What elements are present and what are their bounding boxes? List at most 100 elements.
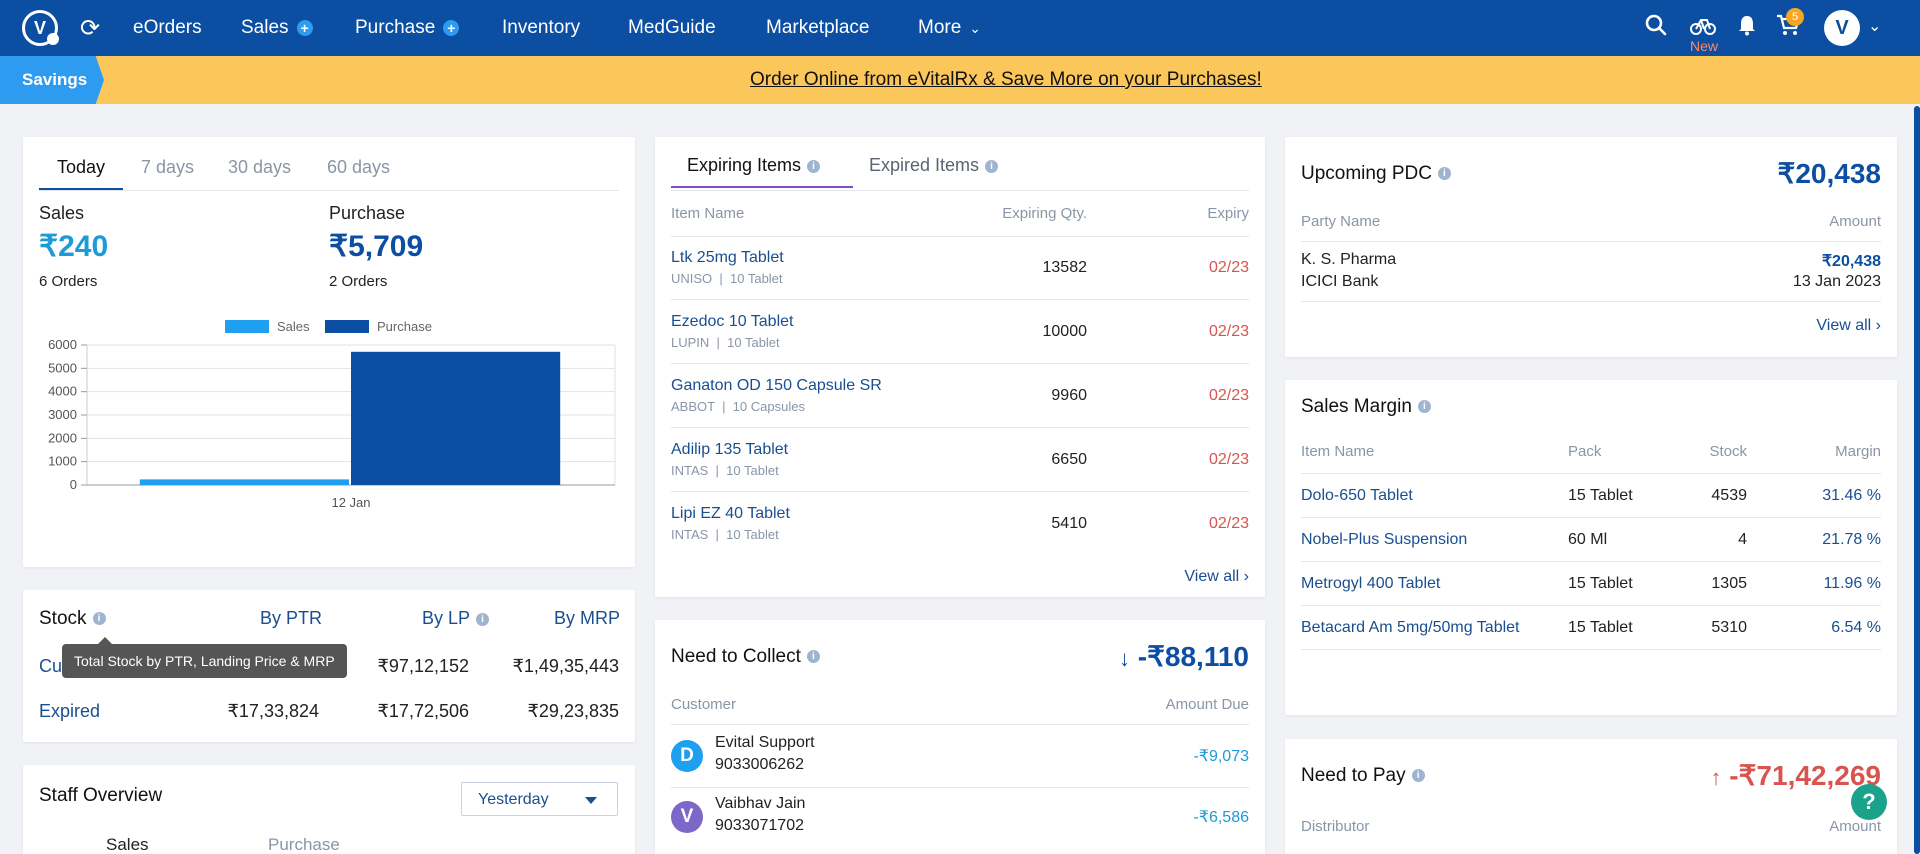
margin-item-pack: 60 Ml <box>1568 531 1608 548</box>
info-icon[interactable]: i <box>1417 400 1431 414</box>
nav-inventory[interactable]: Inventory <box>502 17 580 39</box>
sales-margin-card: Sales Margin i Item Name Pack Stock Margi… <box>1285 380 1897 715</box>
promo-link[interactable]: Order Online from eVitalRx & Save More o… <box>750 69 1262 91</box>
nav-eorders-label: eOrders <box>133 17 202 38</box>
y-tick-label: 3000 <box>48 407 77 422</box>
col-amount-due: Amount Due <box>1165 696 1249 713</box>
nav-marketplace[interactable]: Marketplace <box>766 17 870 39</box>
stock-header-lp-text: By LP <box>422 608 471 628</box>
user-avatar[interactable]: V <box>1824 10 1860 46</box>
add-purchase-icon[interactable]: + <box>443 20 460 36</box>
margin-item-name[interactable]: Nobel-Plus Suspension <box>1301 531 1467 549</box>
app-logo[interactable]: V <box>22 10 59 46</box>
staff-period-select[interactable]: Yesterday <box>461 782 618 816</box>
item-name[interactable]: Ezedoc 10 Tablet <box>671 313 793 331</box>
tab-7-days[interactable]: 7 days <box>141 157 194 178</box>
stock-expired-mrp: ₹29,23,835 <box>527 701 619 721</box>
item-mfr: UNISO <box>671 271 713 286</box>
stock-current-label[interactable]: Cu <box>39 656 62 677</box>
item-pack: 10 Capsules <box>732 399 805 414</box>
margin-item-pack: 15 Tablet <box>1568 619 1633 636</box>
item-meta: INTAS | 10 Tablet <box>671 463 779 478</box>
need-to-pay-card: Need to Pay i ↑ -₹71,42,269 Distributor A… <box>1285 739 1897 854</box>
margin-item-name[interactable]: Dolo-650 Tablet <box>1301 487 1413 505</box>
arrow-up-icon: ↑ <box>1710 765 1722 790</box>
nav-eorders[interactable]: eOrders <box>133 17 202 39</box>
margin-title: Sales Margin i <box>1301 396 1431 418</box>
info-icon[interactable]: i <box>1437 167 1451 181</box>
tab-expiring-items-label: Expiring Items <box>687 155 802 175</box>
bell-icon[interactable] <box>1737 14 1757 42</box>
add-sale-icon[interactable]: + <box>296 20 313 36</box>
item-mfr: INTAS <box>671 527 709 542</box>
customer-name: Vaibhav Jain <box>715 795 806 812</box>
legend-swatch <box>325 320 369 333</box>
margin-item-name[interactable]: Betacard Am 5mg/50mg Tablet <box>1301 619 1520 637</box>
y-tick-label: 2000 <box>48 430 77 445</box>
stock-header-mrp[interactable]: By MRP <box>554 608 620 629</box>
item-expiry: 02/23 <box>1208 451 1249 468</box>
item-name[interactable]: Lipi EZ 40 Tablet <box>671 505 790 523</box>
tab-30-days[interactable]: 30 days <box>228 157 291 178</box>
y-tick-label: 1000 <box>48 454 77 469</box>
item-expiry: 02/23 <box>1208 323 1249 340</box>
staff-title: Staff Overview <box>39 785 163 806</box>
pay-total: ↑ -₹71,42,269 <box>1711 759 1881 792</box>
tab-expired-items-label: Expired Items <box>869 155 980 175</box>
tab-expiring-items[interactable]: Expiring Items i <box>671 155 853 188</box>
expiring-items-card: Expiring Items i Expired Items i Item Name… <box>655 137 1265 597</box>
summary-card: Today 7 days 30 days 60 days Sales ₹240 … <box>23 137 635 567</box>
item-qty: 10000 <box>1042 323 1088 340</box>
nav-medguide[interactable]: MedGuide <box>628 17 716 39</box>
col-expiring-qty: Expiring Qty. <box>1002 205 1087 222</box>
item-expiry: 02/23 <box>1208 259 1249 276</box>
stock-expired-lp: ₹17,72,506 <box>377 701 469 721</box>
item-name[interactable]: Ganaton OD 150 Capsule SR <box>671 377 882 395</box>
info-icon[interactable]: i <box>92 612 106 626</box>
sales-value: ₹240 <box>39 230 109 263</box>
savings-tag: Savings <box>0 56 104 104</box>
info-icon[interactable]: i <box>806 650 820 664</box>
margin-item-margin: 11.96 % <box>1823 575 1881 592</box>
nav-inventory-label: Inventory <box>502 17 581 38</box>
info-icon[interactable]: i <box>985 159 999 173</box>
collect-title: Need to Collect i <box>671 646 820 668</box>
refresh-icon[interactable]: ⟳ <box>80 14 100 43</box>
expiring-view-all-link[interactable]: View all › <box>1184 568 1249 586</box>
staff-tab-sales[interactable]: Sales <box>106 835 149 854</box>
tab-60-days[interactable]: 60 days <box>327 157 390 178</box>
sales-label: Sales <box>39 203 85 223</box>
col-pay-amount: Amount <box>1829 818 1881 835</box>
col-expiry: Expiry <box>1207 205 1249 222</box>
tab-today[interactable]: Today <box>39 157 123 190</box>
chevron-right-icon: › <box>1875 317 1881 334</box>
item-mfr: INTAS <box>671 463 709 478</box>
margin-item-name[interactable]: Metrogyl 400 Tablet <box>1301 575 1440 593</box>
item-name[interactable]: Ltk 25mg Tablet <box>671 249 784 267</box>
stock-header-ptr[interactable]: By PTR <box>260 608 322 629</box>
pdc-view-all-link[interactable]: View all › <box>1816 317 1881 335</box>
item-name[interactable]: Adilip 135 Tablet <box>671 441 788 459</box>
stock-expired-label[interactable]: Expired <box>39 701 100 722</box>
nav-purchase[interactable]: Purchase + <box>355 17 460 39</box>
info-icon[interactable]: i <box>476 612 490 626</box>
margin-item-margin: 6.54 % <box>1831 619 1881 636</box>
staff-tab-purchase[interactable]: Purchase <box>268 835 340 854</box>
customer-phone: 9033071702 <box>715 817 804 834</box>
search-icon[interactable] <box>1645 14 1667 42</box>
page-scrollbar[interactable] <box>1914 104 1920 854</box>
customer-name: Evital Support <box>715 734 815 751</box>
nav-more[interactable]: More ⌄ <box>918 17 981 39</box>
margin-item-stock: 5310 <box>1711 619 1747 636</box>
chevron-down-icon[interactable]: ⌄ <box>1868 16 1881 36</box>
stock-header-lp[interactable]: By LP i <box>422 608 490 629</box>
info-icon[interactable]: i <box>1411 769 1425 783</box>
info-icon[interactable]: i <box>807 159 821 173</box>
stock-current-lp: ₹97,12,152 <box>377 656 469 676</box>
margin-item-margin: 31.46 % <box>1822 487 1881 504</box>
tab-expired-items[interactable]: Expired Items i <box>869 155 999 176</box>
pdc-date: 13 Jan 2023 <box>1792 273 1881 290</box>
nav-sales[interactable]: Sales + <box>241 17 313 39</box>
help-icon[interactable]: ? <box>1851 784 1887 820</box>
view-all-label: View all <box>1816 317 1872 334</box>
